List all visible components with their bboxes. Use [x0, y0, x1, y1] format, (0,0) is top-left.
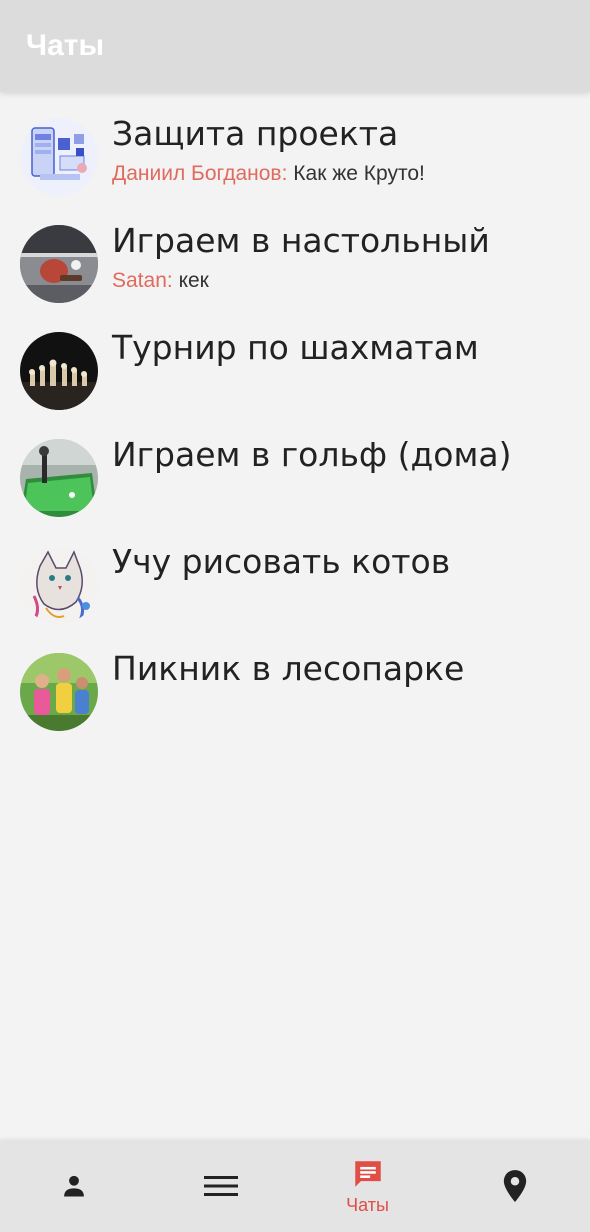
last-message-text: Как же Круто! — [293, 162, 425, 185]
nav-chats[interactable]: Чаты — [294, 1140, 441, 1232]
chat-title: Играем в гольф (дома) — [112, 435, 512, 474]
chat-item[interactable]: Защита проекта Даниил Богданов: Как же К… — [0, 110, 590, 217]
chat-last-message: Даниил Богданов: Как же Круто! — [112, 160, 425, 188]
chat-item[interactable]: Учу рисовать котов — [0, 538, 590, 645]
chat-list: Защита проекта Даниил Богданов: Как же К… — [0, 110, 590, 752]
chat-avatar — [20, 225, 98, 303]
chat-avatar — [20, 546, 98, 624]
page-title: Чаты — [26, 29, 105, 62]
chat-icon — [354, 1161, 381, 1187]
last-message-text: кек — [178, 269, 209, 292]
chat-avatar — [20, 118, 98, 196]
chat-item[interactable]: Играем в гольф (дома) — [0, 431, 590, 538]
chat-avatar — [20, 332, 98, 410]
chat-item[interactable]: Турнир по шахматам — [0, 324, 590, 431]
chat-title: Пикник в лесопарке — [112, 649, 465, 688]
chat-title: Играем в настольный — [112, 221, 490, 260]
chat-avatar — [20, 653, 98, 731]
chat-title: Учу рисовать котов — [112, 542, 451, 581]
last-message-sender: Даниил Богданов: — [112, 162, 288, 185]
chat-item[interactable]: Пикник в лесопарке — [0, 645, 590, 752]
nav-profile[interactable] — [0, 1140, 147, 1232]
chat-avatar — [20, 439, 98, 517]
nav-menu[interactable] — [147, 1140, 294, 1232]
bottom-nav: Чаты — [0, 1140, 590, 1232]
chat-title: Защита проекта — [112, 114, 399, 153]
nav-map[interactable] — [441, 1140, 588, 1232]
last-message-sender: Satan: — [112, 269, 173, 292]
person-icon — [63, 1175, 84, 1197]
menu-icon — [203, 1176, 238, 1196]
location-pin-icon — [503, 1170, 526, 1202]
app-header: Чаты — [0, 0, 590, 92]
chat-item[interactable]: Играем в настольный Satan: кек — [0, 217, 590, 324]
chat-last-message: Satan: кек — [112, 267, 209, 295]
nav-chats-label: Чаты — [346, 1195, 389, 1215]
chat-title: Турнир по шахматам — [112, 328, 479, 367]
